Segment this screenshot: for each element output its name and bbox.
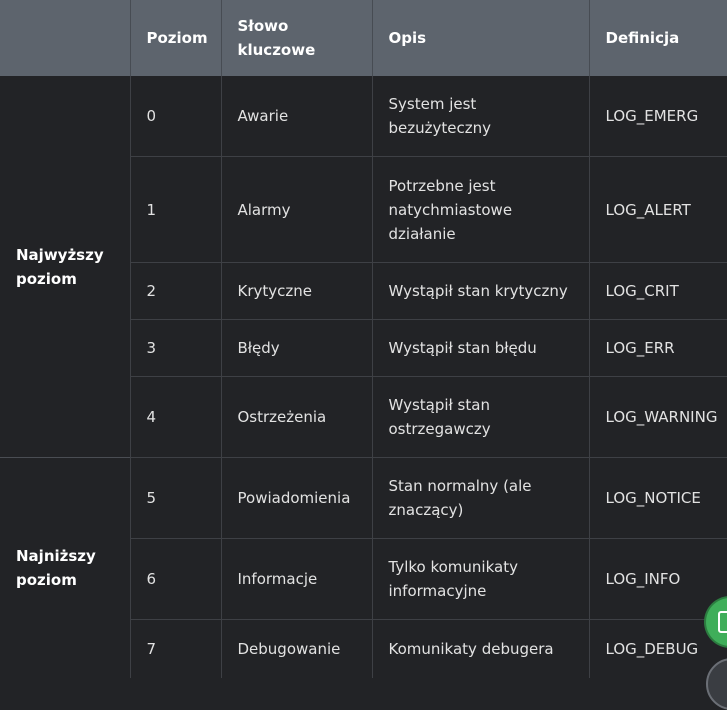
cell-definition: LOG_WARNING: [588, 376, 727, 458]
cell-level: 6: [129, 538, 221, 620]
cell-description: Tylko komunikaty informacyjne: [371, 538, 589, 620]
table-header-row: Poziom Słowo kluczowe Opis Definicja: [0, 0, 727, 76]
cell-level: 7: [129, 619, 221, 678]
cell-description: Potrzebne jest natychmiastowe działanie: [371, 156, 589, 263]
cell-level: 4: [129, 376, 221, 458]
cell-description: Wystąpił stan ostrzegawczy: [371, 376, 589, 458]
cell-level: 0: [129, 76, 221, 157]
header-level: Poziom: [129, 0, 221, 76]
header-group: [0, 0, 130, 76]
clipboard-icon: [718, 611, 727, 633]
cell-keyword: Informacje: [220, 538, 372, 620]
table-row: Najniższy poziom 5 Powiadomienia Stan no…: [0, 457, 727, 678]
cell-level: 3: [129, 319, 221, 377]
cell-keyword: Powiadomienia: [220, 457, 372, 539]
log-levels-table: Poziom Słowo kluczowe Opis Definicja Naj…: [0, 0, 727, 678]
cell-level: 5: [129, 457, 221, 539]
cell-description: Wystąpił stan błędu: [371, 319, 589, 377]
header-description: Opis: [371, 0, 589, 76]
cell-level: 2: [129, 262, 221, 320]
cell-description: Stan normalny (ale znaczący): [371, 457, 589, 539]
cell-keyword: Krytyczne: [220, 262, 372, 320]
cell-keyword: Awarie: [220, 76, 372, 157]
group-lowest: Najniższy poziom: [0, 457, 130, 678]
cell-definition: LOG_ALERT: [588, 156, 727, 263]
cell-keyword: Błędy: [220, 319, 372, 377]
cell-keyword: Ostrzeżenia: [220, 376, 372, 458]
cell-definition: LOG_EMERG: [588, 76, 727, 157]
cell-definition: LOG_CRIT: [588, 262, 727, 320]
cell-definition: LOG_INFO: [588, 538, 727, 620]
cell-description: Wystąpił stan krytyczny: [371, 262, 589, 320]
cell-definition: LOG_ERR: [588, 319, 727, 377]
group-highest: Najwyższy poziom: [16, 245, 104, 288]
cell-level: 1: [129, 156, 221, 263]
header-definition: Definicja: [588, 0, 727, 76]
header-keyword: Słowo kluczowe: [220, 0, 372, 76]
cell-definition: LOG_NOTICE: [588, 457, 727, 539]
cell-description: Komunikaty debugera: [371, 619, 589, 678]
cell-keyword: Alarmy: [220, 156, 372, 263]
cell-keyword: Debugowanie: [220, 619, 372, 678]
table-row: Najwyższy poziom 0 Awarie System jest be…: [0, 76, 727, 288]
cell-description: System jest bezużyteczny: [371, 76, 589, 157]
